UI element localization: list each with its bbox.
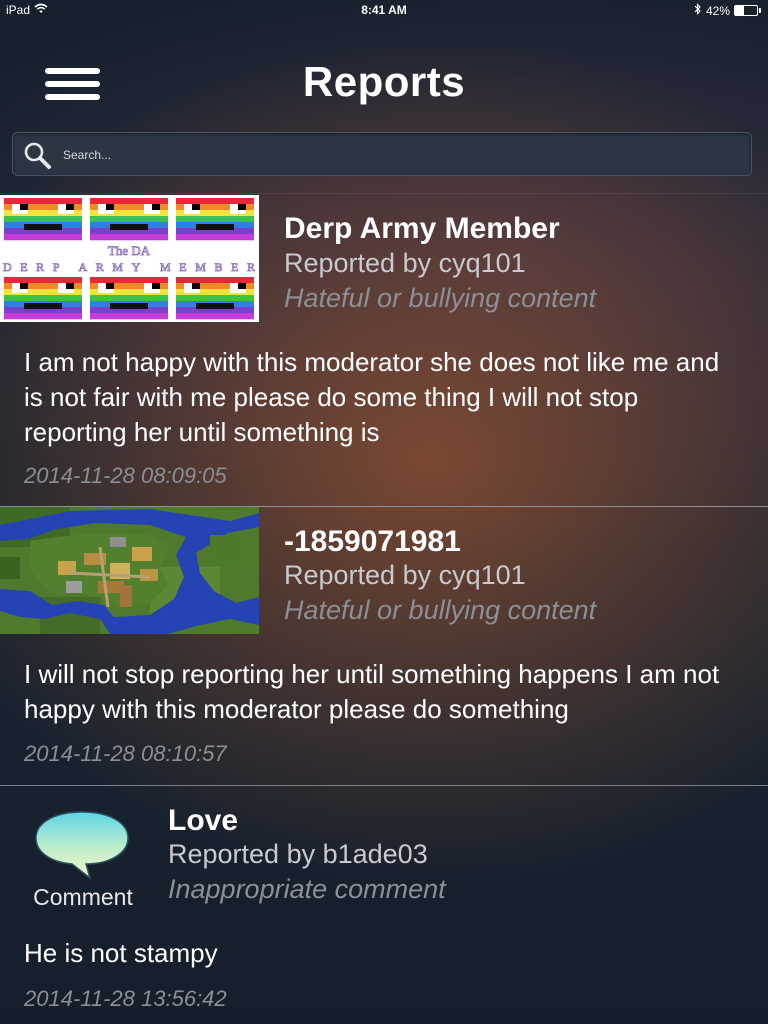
- thumbnail-pupil: [20, 283, 28, 289]
- battery-icon: [734, 5, 761, 16]
- report-date: 2014-11-28 08:10:57: [24, 741, 227, 766]
- thumbnail-caption-line1: The DA: [108, 243, 151, 258]
- thumbnail-mouth: [24, 303, 62, 309]
- thumbnail-mouth: [110, 303, 148, 309]
- thumbnail-stripe: [90, 313, 168, 320]
- thumbnail-mouth: [24, 224, 62, 230]
- report-thumbnail: The DA DERP ARMY MEMBER: [0, 195, 259, 322]
- bluetooth-icon: [694, 3, 702, 18]
- report-title: -1859071981: [284, 525, 461, 558]
- thumbnail-pupil: [238, 283, 246, 289]
- report-reason: Hateful or bullying content: [284, 595, 597, 625]
- thumbnail-pupil: [20, 204, 28, 210]
- thumbnail-stripe: [4, 313, 82, 320]
- thumbnail-pupil: [106, 204, 114, 210]
- report-item[interactable]: The DA DERP ARMY MEMBER Derp Army Member…: [0, 193, 768, 506]
- thumbnail-stripe: [90, 234, 168, 241]
- thumbnail-stripe: [176, 277, 254, 284]
- report-date: 2014-11-28 08:09:05: [24, 463, 227, 488]
- thumbnail-mouth: [110, 224, 148, 230]
- page-title: Reports: [302, 58, 466, 105]
- thumbnail-pupil: [192, 204, 200, 210]
- thumbnail-stripe: [90, 216, 168, 223]
- search-bar[interactable]: [12, 132, 752, 176]
- thumbnail-stripe: [176, 216, 254, 223]
- battery-level: [735, 6, 745, 15]
- status-right: 42%: [694, 3, 761, 18]
- thumbnail-pupil: [66, 283, 74, 289]
- reported-by: Reported by cyq101: [284, 248, 526, 278]
- report-item[interactable]: Comment Love Reported by b1ade03 Inappro…: [0, 785, 768, 1024]
- thumbnail-stripe: [176, 313, 254, 320]
- thumbnail-pupil: [152, 283, 160, 289]
- thumbnail-stripe: [4, 198, 82, 205]
- thumbnail-stripe: [4, 216, 82, 223]
- report-reason: Inappropriate comment: [168, 874, 446, 904]
- thumbnail-stripe: [176, 198, 254, 205]
- thumbnail-pupil: [152, 204, 160, 210]
- report-body: He is not stampy: [24, 938, 218, 968]
- battery-percent: 42%: [705, 3, 730, 18]
- report-reason: Hateful or bullying content: [284, 283, 597, 313]
- app-root: iPad 8:41 AM 42% Reports Search... The D…: [0, 0, 768, 1024]
- reported-by: Reported by b1ade03: [168, 839, 428, 869]
- thumbnail-pupil: [238, 204, 246, 210]
- thumbnail-stripe: [90, 277, 168, 284]
- report-thumbnail: [0, 507, 259, 634]
- thumbnail-stripe: [90, 295, 168, 302]
- thumbnail-pupil: [106, 283, 114, 289]
- header: Reports: [0, 20, 768, 130]
- search-input[interactable]: [61, 142, 745, 168]
- speech-bubble-icon: [30, 808, 134, 881]
- report-body: I am not happy with this moderator she d…: [24, 347, 720, 447]
- status-bar: iPad 8:41 AM 42%: [0, 0, 768, 20]
- report-date: 2014-11-28 13:56:42: [24, 986, 227, 1011]
- comment-label: Comment: [33, 884, 133, 910]
- report-title: Derp Army Member: [284, 212, 560, 245]
- thumbnail-stripe: [176, 295, 254, 302]
- thumbnail-stripe: [176, 234, 254, 241]
- thumbnail-pupil: [192, 283, 200, 289]
- thumbnail-stripe: [4, 234, 82, 241]
- reported-by: Reported by cyq101: [284, 560, 526, 590]
- thumbnail-mouth: [196, 303, 234, 309]
- thumbnail-stripe: [4, 295, 82, 302]
- thumbnail-stripe: [90, 198, 168, 205]
- thumbnail-pupil: [66, 204, 74, 210]
- report-title: Love: [168, 804, 239, 837]
- thumbnail-stripe: [4, 277, 82, 284]
- search-icon: [23, 141, 53, 171]
- report-list: The DA DERP ARMY MEMBER Derp Army Member…: [0, 193, 768, 1024]
- thumbnail-mouth: [196, 224, 234, 230]
- status-time: 8:41 AM: [361, 3, 407, 17]
- report-body: I will not stop reporting her until some…: [24, 659, 720, 724]
- report-item[interactable]: -1859071981 Reported by cyq101 Hateful o…: [0, 506, 768, 785]
